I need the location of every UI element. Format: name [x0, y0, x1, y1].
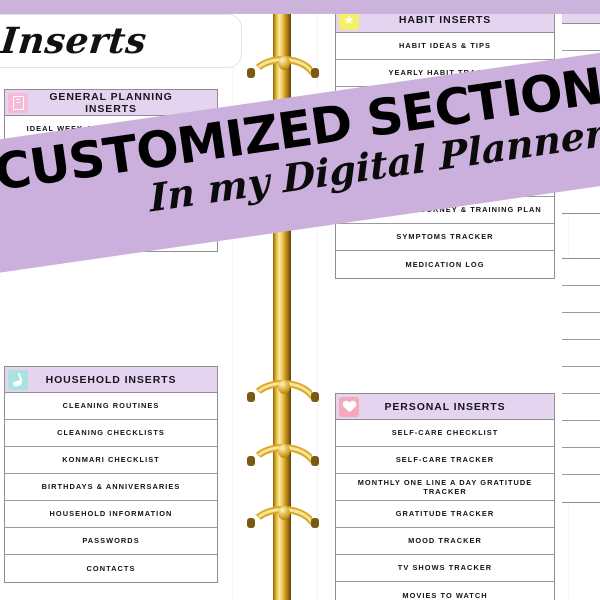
list-item[interactable]: HOUSEHOLD INFORMATION	[5, 501, 217, 528]
notebook-icon	[5, 90, 31, 115]
list-item[interactable]: CONTACTS	[5, 555, 217, 582]
list-item[interactable]	[561, 340, 600, 367]
list-item[interactable]: HABIT IDEAS & TIPS	[336, 33, 554, 60]
section-table-household: HOUSEHOLD INSERTS CLEANING ROUTINES CLEA…	[4, 366, 218, 583]
list-item[interactable]	[561, 475, 600, 502]
binder-ring	[247, 380, 319, 406]
list-item[interactable]: CLEANING ROUTINES	[5, 393, 217, 420]
list-item[interactable]: MOOD TRACKER	[336, 528, 554, 555]
page-title: Inserts	[0, 20, 149, 62]
list-item[interactable]	[561, 367, 600, 394]
section-header-label: HABIT INSERTS	[398, 13, 492, 26]
list-item[interactable]: CLA	[561, 259, 600, 286]
list-item[interactable]: CLEANING CHECKLISTS	[5, 420, 217, 447]
list-item[interactable]: SELF-CARE CHECKLIST	[336, 420, 554, 447]
planner-screenshot: Inserts GENERAL PLANNING INSERTS IDEAL W…	[0, 0, 600, 600]
list-item[interactable]: MEDICATION LOG	[336, 251, 554, 278]
heart-icon	[336, 394, 362, 419]
list-item[interactable]: KONMARI CHECKLIST	[5, 447, 217, 474]
list-item[interactable]: STUDEN	[561, 448, 600, 475]
list-item[interactable]	[561, 421, 600, 448]
list-item[interactable]: GRATITUDE TRACKER	[336, 501, 554, 528]
list-item[interactable]: BIRTHDAYS & ANNIVERSARIES	[5, 474, 217, 501]
section-table-personal: PERSONAL INSERTS SELF-CARE CHECKLIST SEL…	[335, 393, 555, 600]
list-item[interactable]: MOVIES TO WATCH	[336, 582, 554, 600]
list-item[interactable]: MONTHLY ONE LINE A DAY GRATITUDE TRACKER	[336, 474, 554, 501]
section-header-label: PERSONAL INSERTS	[384, 400, 506, 413]
binder-ring	[247, 506, 319, 532]
section-header-label: HOUSEHOLD INSERTS	[45, 373, 177, 386]
top-bar	[0, 0, 600, 14]
list-item[interactable]: TV SHOWS TRACKER	[336, 555, 554, 582]
binder-ring	[247, 56, 319, 82]
broom-icon	[5, 367, 31, 392]
list-item[interactable]: SYMPTOMS TRACKER	[336, 224, 554, 251]
page-title-card: Inserts	[0, 14, 242, 68]
section-table-far-right-bottom: CLA CLAS C STUDEN	[560, 258, 600, 503]
section-header-personal[interactable]: PERSONAL INSERTS	[336, 394, 554, 420]
binder-ring	[247, 444, 319, 470]
list-item[interactable]: CLAS	[561, 286, 600, 313]
list-item[interactable]	[561, 24, 600, 51]
list-item[interactable]: PASSWORDS	[5, 528, 217, 555]
list-item[interactable]	[561, 394, 600, 421]
binder-rings	[245, 0, 323, 600]
list-item[interactable]: C	[561, 313, 600, 340]
section-header-household[interactable]: HOUSEHOLD INSERTS	[5, 367, 217, 393]
list-item[interactable]: SELF-CARE TRACKER	[336, 447, 554, 474]
